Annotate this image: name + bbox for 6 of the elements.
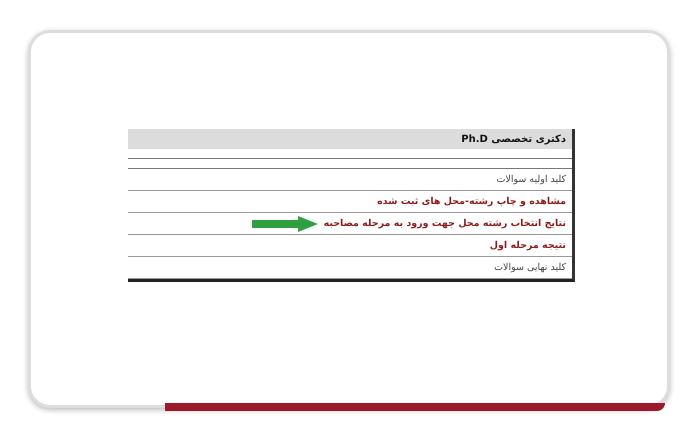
panel-title: دکتری تخصصی Ph.D: [461, 134, 566, 144]
result-link[interactable]: نتیجه مرحله اول: [490, 240, 566, 251]
result-link[interactable]: نتایج انتخاب رشته محل جهت ورود به مرحله مصاحبه: [324, 218, 566, 229]
result-link[interactable]: مشاهده و چاپ رشته-محل های ثبت شده: [377, 196, 566, 207]
result-link[interactable]: کلید نهایی سوالات: [494, 262, 566, 273]
result-link[interactable]: کلید اولیه سوالات: [496, 174, 566, 185]
